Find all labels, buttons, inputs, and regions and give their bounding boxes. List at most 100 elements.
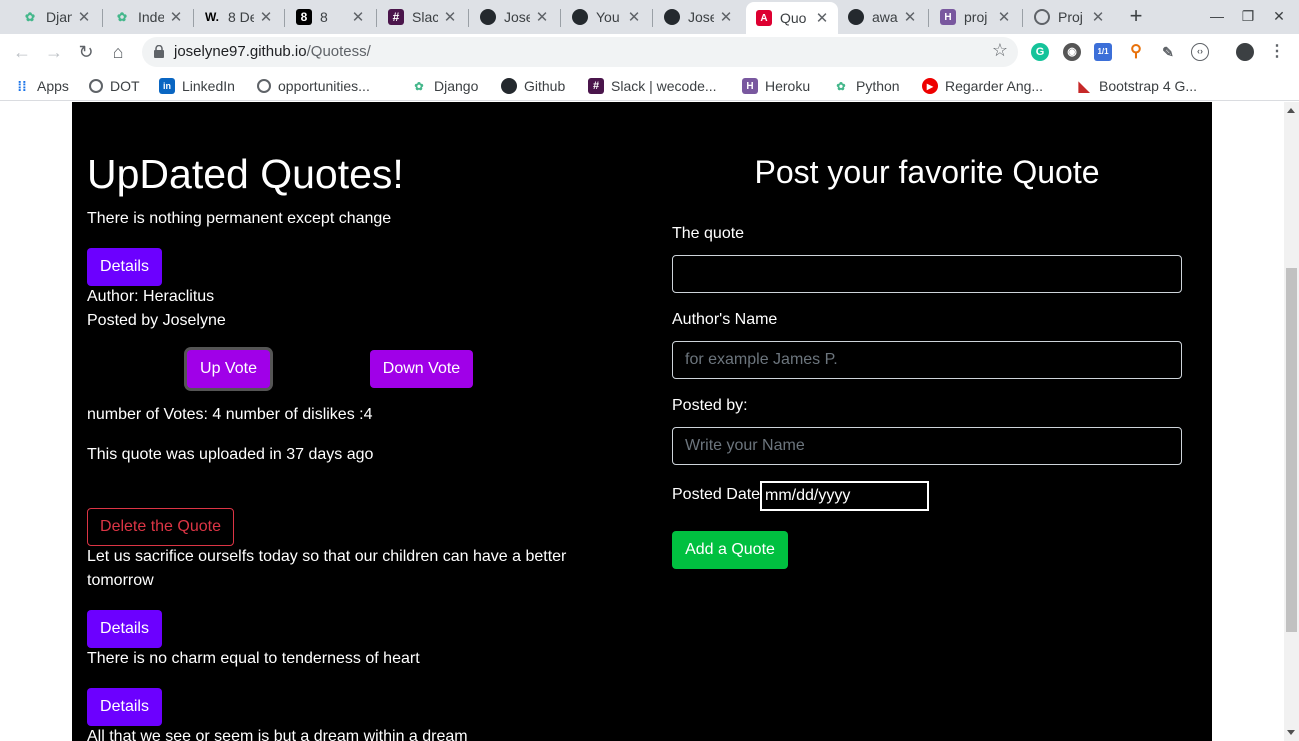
tab-django[interactable]: ✿ Djan ✕: [12, 2, 100, 32]
quote-author: Author: Heraclitus: [87, 288, 215, 305]
new-tab-button[interactable]: +: [1126, 5, 1146, 27]
bookmark-linkedin[interactable]: in LinkedIn: [159, 76, 235, 96]
tab-8-de[interactable]: W. 8 De ✕: [194, 2, 282, 32]
profile-avatar[interactable]: [1236, 43, 1254, 61]
add-quote-button[interactable]: Add a Quote: [672, 531, 788, 569]
details-button[interactable]: Details: [87, 610, 162, 648]
posted-by-input[interactable]: [672, 427, 1182, 465]
wand-extension-icon[interactable]: ✎: [1159, 43, 1177, 61]
address-bar[interactable]: joselyne97.github.io/Quotess/ ☆: [142, 37, 1018, 67]
quote-text: There is nothing permanent except change: [87, 210, 392, 227]
lock-icon: [154, 45, 164, 58]
django-icon: ✿: [836, 80, 846, 93]
bookmark-label: Slack | wecode...: [611, 78, 717, 94]
posted-date-label: Posted Date: [672, 486, 761, 503]
menu-kebab-icon[interactable]: ⋮: [1268, 43, 1286, 61]
close-tab-icon[interactable]: ✕: [902, 8, 918, 26]
upvote-button[interactable]: Up Vote: [187, 350, 270, 388]
back-arrow-icon[interactable]: ←: [10, 40, 34, 64]
bookmark-regarder[interactable]: ▶ Regarder Ang...: [922, 76, 1043, 96]
bookmark-label: Github: [524, 78, 566, 94]
heroku-icon: H: [742, 78, 758, 94]
bookmark-github[interactable]: Github: [501, 76, 565, 96]
tab-title: You: [596, 9, 620, 25]
close-tab-icon[interactable]: ✕: [626, 8, 642, 26]
bookmark-dot[interactable]: DOT: [89, 76, 140, 96]
tab-title: Inde: [138, 9, 164, 25]
tab-slack[interactable]: # Slac ✕: [378, 2, 466, 32]
extension-icon[interactable]: ◉: [1063, 43, 1081, 61]
details-button[interactable]: Details: [87, 688, 162, 726]
tab-title: Jose: [504, 9, 530, 25]
github-icon: [501, 78, 517, 94]
w-icon: W.: [205, 10, 219, 24]
close-tab-icon[interactable]: ✕: [168, 8, 184, 26]
url-domain: joselyne97.github.io: [174, 43, 307, 60]
window-close-icon[interactable]: ✕: [1270, 7, 1288, 25]
author-input[interactable]: [672, 341, 1182, 379]
close-tab-icon[interactable]: ✕: [814, 9, 830, 27]
close-tab-icon[interactable]: ✕: [442, 8, 458, 26]
badge-extension-icon[interactable]: 1/1: [1094, 43, 1112, 61]
downvote-button[interactable]: Down Vote: [370, 350, 473, 388]
globe-icon: [257, 79, 271, 93]
form-heading: Post your favorite Quote: [754, 154, 1100, 190]
close-tab-icon[interactable]: ✕: [1090, 8, 1106, 26]
quotes-page: UpDated Quotes! There is nothing permane…: [72, 102, 1212, 741]
search-extension-icon[interactable]: ⚲: [1127, 43, 1145, 61]
code-extension-icon[interactable]: ‹›: [1191, 43, 1209, 61]
close-tab-icon[interactable]: ✕: [534, 8, 550, 26]
home-icon[interactable]: ⌂: [106, 40, 130, 64]
bookmark-django[interactable]: ✿ Django: [411, 76, 478, 96]
linkedin-icon: in: [159, 78, 175, 94]
restore-icon[interactable]: ❐: [1239, 7, 1257, 25]
bookmark-python[interactable]: ✿ Python: [833, 76, 900, 96]
details-button[interactable]: Details: [87, 248, 162, 286]
minimize-icon[interactable]: —: [1208, 7, 1226, 25]
scroll-thumb[interactable]: [1286, 268, 1297, 632]
github-icon: [848, 9, 864, 25]
bookmark-bootstrap[interactable]: ◣ Bootstrap 4 G...: [1076, 76, 1197, 96]
tab-github-jose[interactable]: Jose ✕: [470, 2, 558, 32]
close-tab-icon[interactable]: ✕: [996, 8, 1012, 26]
grammarly-icon[interactable]: G: [1031, 43, 1049, 61]
github-icon: [480, 9, 496, 25]
tab-proj[interactable]: Proj ✕: [1024, 2, 1114, 32]
tab-title: 8 De: [228, 9, 254, 25]
close-tab-icon[interactable]: ✕: [350, 8, 366, 26]
slack-icon: #: [588, 78, 604, 94]
bookmark-slack[interactable]: # Slack | wecode...: [588, 76, 717, 96]
tab-github-you[interactable]: You ✕: [562, 2, 650, 32]
reload-icon[interactable]: ↻: [74, 40, 98, 64]
tab-heroku-proj[interactable]: H proj ✕: [930, 2, 1020, 32]
bookmark-label: opportunities...: [278, 78, 370, 94]
close-tab-icon[interactable]: ✕: [258, 8, 274, 26]
heroku-icon: H: [940, 9, 956, 25]
bookmark-label: Python: [856, 78, 900, 94]
tab-github-jose-2[interactable]: Jose ✕: [654, 2, 742, 32]
scroll-down-icon[interactable]: [1287, 730, 1295, 735]
slack-icon: #: [388, 9, 404, 25]
bookmark-apps[interactable]: ⁞⁞ Apps: [14, 76, 69, 96]
tab-title: Proj: [1058, 9, 1083, 25]
close-tab-icon[interactable]: ✕: [76, 8, 92, 26]
bookmark-opportunities[interactable]: opportunities...: [257, 76, 370, 96]
quote-input[interactable]: [672, 255, 1182, 293]
page-scrollbar[interactable]: [1284, 102, 1299, 741]
bookmark-label: LinkedIn: [182, 78, 235, 94]
forward-arrow-icon[interactable]: →: [42, 40, 66, 64]
tab-title: awa: [872, 9, 898, 25]
tab-index[interactable]: ✿ Inde ✕: [104, 2, 192, 32]
tab-title: Jose: [688, 9, 714, 25]
close-tab-icon[interactable]: ✕: [718, 8, 734, 26]
scroll-up-icon[interactable]: [1287, 108, 1295, 113]
delete-quote-button[interactable]: Delete the Quote: [87, 508, 234, 546]
page-viewport: UpDated Quotes! There is nothing permane…: [0, 102, 1284, 741]
bookmark-heroku[interactable]: H Heroku: [742, 76, 810, 96]
tab-8[interactable]: 8 8 ✕: [286, 2, 374, 32]
quote-posted-by: Posted by Joselyne: [87, 312, 226, 329]
posted-date-input[interactable]: mm/dd/yyyy: [760, 481, 929, 511]
tab-github-awa[interactable]: awa ✕: [838, 2, 926, 32]
tab-quotes-active[interactable]: A Quo ✕: [746, 2, 838, 34]
bookmark-star-icon[interactable]: ☆: [992, 40, 1008, 61]
